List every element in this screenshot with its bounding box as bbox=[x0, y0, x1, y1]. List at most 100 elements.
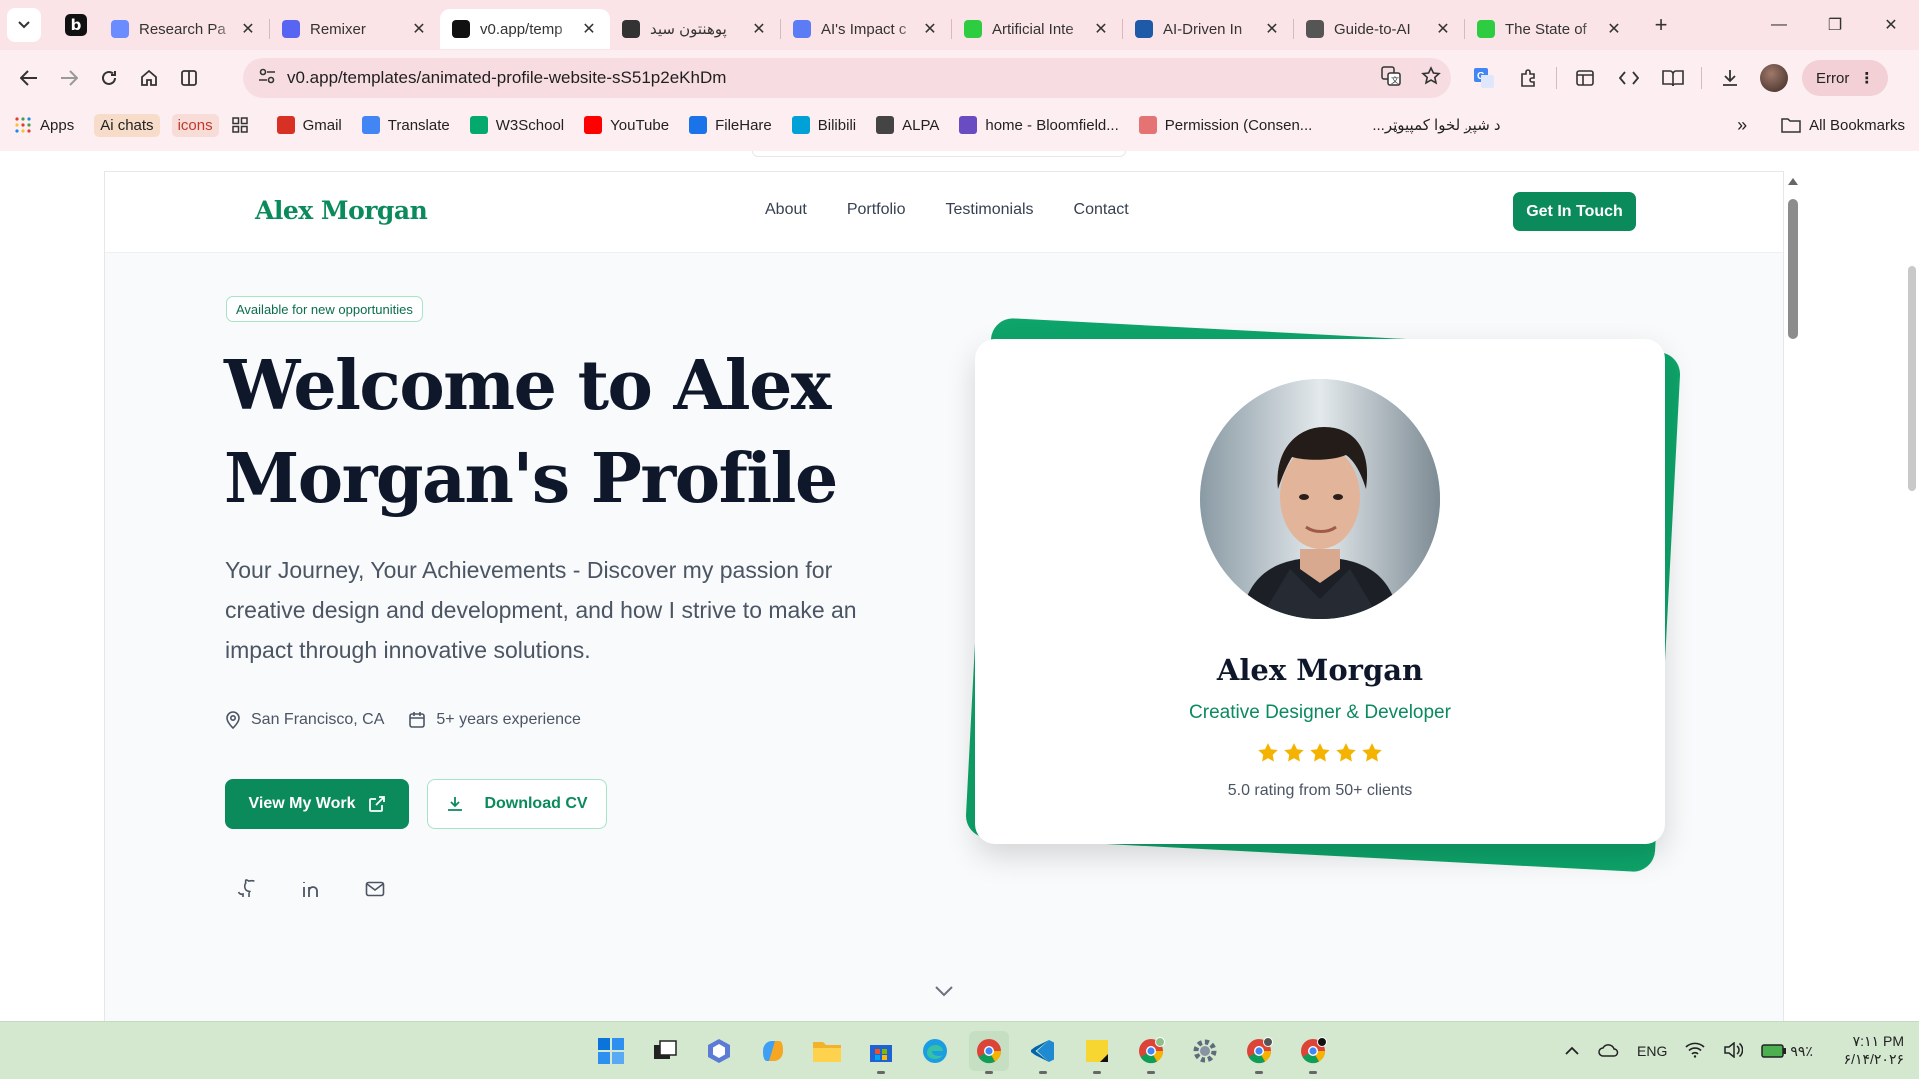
back-button[interactable] bbox=[9, 58, 49, 98]
get-in-touch-button[interactable]: Get In Touch bbox=[1513, 192, 1636, 231]
mail-icon[interactable] bbox=[363, 877, 387, 901]
close-tab-icon[interactable]: ✕ bbox=[410, 19, 428, 39]
nav-link-contact[interactable]: Contact bbox=[1074, 201, 1129, 219]
google-translate-extension-icon[interactable]: G bbox=[1462, 58, 1506, 98]
scroll-down-chevron-icon[interactable] bbox=[934, 984, 954, 1002]
task-view-icon[interactable] bbox=[645, 1031, 685, 1071]
tab-search-button[interactable] bbox=[7, 8, 41, 42]
clock[interactable]: ۷:۱۱ PM ۶/۱۴/۲۰۲۶ bbox=[1836, 1032, 1904, 1068]
bookmark-item[interactable]: icons bbox=[171, 113, 219, 137]
preview-scrollbar[interactable] bbox=[1787, 177, 1799, 1021]
onedrive-cloud-icon[interactable] bbox=[1597, 1042, 1619, 1061]
chrome-icon[interactable] bbox=[969, 1031, 1009, 1074]
bookmark-star-icon[interactable] bbox=[1411, 65, 1451, 91]
chrome-profile-icon[interactable] bbox=[1131, 1031, 1171, 1074]
minimize-button[interactable]: — bbox=[1751, 0, 1807, 50]
bookmark-item[interactable]: Bilibili bbox=[791, 116, 856, 134]
browser-tab[interactable]: The State of ✕ bbox=[1465, 9, 1635, 49]
toolbar-divider bbox=[1556, 67, 1557, 89]
bookmark-item[interactable]: Gmail bbox=[276, 116, 342, 134]
page-scrollbar-thumb[interactable] bbox=[1908, 266, 1916, 491]
bookmark-item[interactable]: W3School bbox=[469, 116, 564, 134]
browser-tab[interactable]: پوهنتون سید ✕ bbox=[610, 9, 780, 49]
reload-button[interactable] bbox=[89, 58, 129, 98]
tab-title: Remixer bbox=[310, 20, 366, 38]
browser-tab[interactable]: v0.app/temp ✕ bbox=[440, 9, 610, 49]
bookmark-item[interactable]: د شپږ لخوا کمپیوټر... bbox=[1372, 116, 1500, 134]
downloads-icon[interactable] bbox=[1708, 58, 1752, 98]
settings-gear-icon[interactable] bbox=[1185, 1031, 1225, 1071]
site-logo[interactable]: Alex Morgan bbox=[255, 196, 428, 225]
hexagon-app-icon[interactable] bbox=[699, 1031, 739, 1071]
preview-scrollbar-thumb[interactable] bbox=[1788, 199, 1798, 339]
sticky-notes-icon[interactable] bbox=[1077, 1031, 1117, 1074]
close-tab-icon[interactable]: ✕ bbox=[239, 19, 257, 39]
nav-link-testimonials[interactable]: Testimonials bbox=[946, 201, 1034, 219]
scroll-up-arrow-icon[interactable] bbox=[1787, 177, 1799, 187]
download-cv-button[interactable]: Download CV bbox=[427, 779, 607, 829]
forward-button[interactable] bbox=[49, 58, 89, 98]
close-tab-icon[interactable]: ✕ bbox=[1092, 19, 1110, 39]
error-menu-button[interactable]: Error ⋮ bbox=[1802, 60, 1889, 96]
bookmark-item[interactable] bbox=[231, 116, 257, 134]
chrome-profile-icon[interactable] bbox=[1239, 1031, 1279, 1074]
chevron-double-right-icon[interactable]: » bbox=[1737, 115, 1747, 136]
vscode-icon[interactable] bbox=[1023, 1031, 1063, 1074]
microsoft-store-icon[interactable] bbox=[861, 1031, 901, 1074]
browser-tab[interactable]: Research Pa ✕ bbox=[99, 9, 269, 49]
reading-mode-icon[interactable] bbox=[1651, 58, 1695, 98]
new-tab-button[interactable]: + bbox=[1645, 9, 1677, 41]
bookmark-item[interactable]: home - Bloomfield... bbox=[959, 116, 1119, 134]
bookmark-item[interactable]: YouTube bbox=[584, 116, 669, 134]
browser-tab[interactable]: Remixer ✕ bbox=[270, 9, 440, 49]
profile-avatar[interactable] bbox=[1760, 64, 1788, 92]
bookmark-item[interactable]: Ai chats bbox=[94, 113, 160, 137]
pinned-tab-b[interactable]: b bbox=[59, 8, 93, 42]
chevron-up-icon[interactable] bbox=[1565, 1043, 1579, 1059]
site-info-icon[interactable] bbox=[247, 68, 287, 89]
browser-tab[interactable]: AI-Driven In ✕ bbox=[1123, 9, 1293, 49]
all-bookmarks-button[interactable]: All Bookmarks bbox=[1781, 117, 1905, 134]
translate-page-icon[interactable]: 文 bbox=[1371, 65, 1411, 91]
card-name: Alex Morgan bbox=[1216, 653, 1424, 687]
split-view-button[interactable] bbox=[169, 58, 209, 98]
restore-button[interactable]: ❐ bbox=[1807, 0, 1863, 50]
bookmark-item[interactable]: Translate bbox=[361, 116, 450, 134]
battery-indicator[interactable]: ۹۹٪ bbox=[1761, 1043, 1831, 1060]
language-indicator[interactable]: ENG bbox=[1637, 1043, 1667, 1059]
close-tab-icon[interactable]: ✕ bbox=[580, 19, 598, 39]
chrome-profile-icon[interactable] bbox=[1293, 1031, 1333, 1074]
nav-link-about[interactable]: About bbox=[765, 201, 807, 219]
bookmark-item[interactable]: ALPA bbox=[876, 116, 939, 134]
address-bar[interactable]: v0.app/templates/animated-profile-websit… bbox=[243, 58, 1451, 98]
wifi-icon[interactable] bbox=[1685, 1042, 1705, 1061]
close-tab-icon[interactable]: ✕ bbox=[1263, 19, 1281, 39]
browser-tab[interactable]: Guide-to-AI ✕ bbox=[1294, 9, 1464, 49]
copilot-icon[interactable] bbox=[753, 1031, 793, 1071]
nav-link-portfolio[interactable]: Portfolio bbox=[847, 201, 906, 219]
tab-layout-icon[interactable] bbox=[1563, 58, 1607, 98]
view-my-work-button[interactable]: View My Work bbox=[225, 779, 409, 829]
browser-tab[interactable]: Artificial Inte ✕ bbox=[952, 9, 1122, 49]
volume-icon[interactable] bbox=[1723, 1040, 1744, 1061]
github-icon[interactable] bbox=[235, 877, 259, 901]
bookmark-item[interactable]: FileHare bbox=[689, 116, 772, 134]
close-window-button[interactable]: ✕ bbox=[1863, 0, 1919, 50]
file-explorer-icon[interactable] bbox=[807, 1031, 847, 1071]
close-tab-icon[interactable]: ✕ bbox=[921, 19, 939, 39]
close-tab-icon[interactable]: ✕ bbox=[750, 19, 768, 39]
linkedin-icon[interactable] bbox=[299, 877, 323, 901]
windows-start-icon[interactable] bbox=[591, 1031, 631, 1071]
bookmark-label: Translate bbox=[387, 116, 450, 134]
extensions-icon[interactable] bbox=[1506, 58, 1550, 98]
page-scrollbar[interactable] bbox=[1904, 151, 1919, 1021]
browser-tab[interactable]: AI's Impact c ✕ bbox=[781, 9, 951, 49]
close-tab-icon[interactable]: ✕ bbox=[1605, 19, 1623, 39]
devtools-code-icon[interactable] bbox=[1607, 58, 1651, 98]
close-tab-icon[interactable]: ✕ bbox=[1434, 19, 1452, 39]
edge-icon[interactable] bbox=[915, 1031, 955, 1071]
url-text[interactable]: v0.app/templates/animated-profile-websit… bbox=[287, 68, 1371, 88]
home-button[interactable] bbox=[129, 58, 169, 98]
bookmark-item[interactable]: Apps bbox=[14, 116, 74, 134]
bookmark-item[interactable]: Permission (Consen... bbox=[1138, 116, 1312, 134]
